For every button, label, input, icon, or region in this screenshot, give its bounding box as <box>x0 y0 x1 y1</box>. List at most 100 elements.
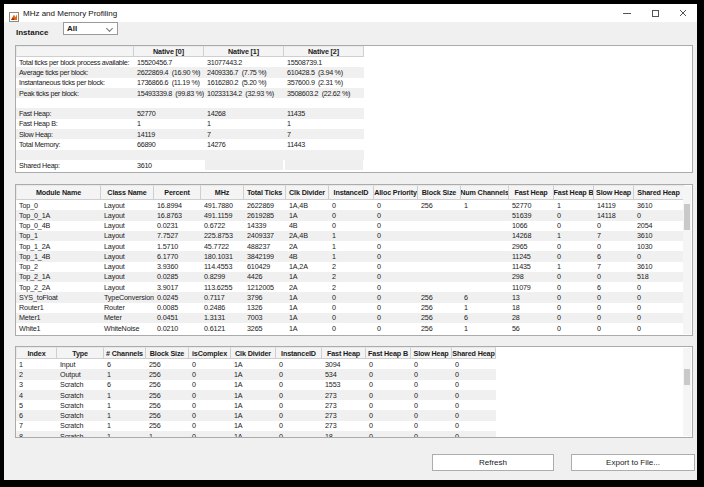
close-button[interactable] <box>669 4 697 22</box>
table-cell: Input <box>57 359 104 369</box>
instance-dropdown[interactable]: All <box>63 22 118 35</box>
table-cell: 488237 <box>244 241 286 251</box>
vertical-scrollbar[interactable] <box>683 348 691 436</box>
table-row[interactable]: Top_2_1ALayout0.02850.829944261A20298005… <box>16 272 684 282</box>
table-cell: 256 <box>418 292 461 302</box>
table-cell: 0 <box>189 431 231 438</box>
table-cell: 0 <box>452 369 496 379</box>
table-row[interactable]: White1WhiteNoise0.02100.612132651A002561… <box>16 323 684 333</box>
table-cell: 1 <box>554 200 594 210</box>
table-cell: 0 <box>452 359 496 369</box>
table-cell: Top_0_4B <box>16 221 101 231</box>
table-row[interactable]: 5Scratch125601A0273000 <box>16 400 496 410</box>
table-cell: 0 <box>366 410 411 420</box>
table-row[interactable]: Fast Heap B:111 <box>16 119 364 129</box>
table-cell: Scratch <box>57 410 104 420</box>
table-row[interactable]: 7Scratch125601A0273000 <box>16 421 496 431</box>
vertical-scrollbar[interactable] <box>683 186 691 334</box>
minimize-button[interactable] <box>613 4 641 22</box>
table-cell: 1A <box>231 431 276 438</box>
table-cell: 1 <box>554 262 594 272</box>
app-window: MHz and Memory Profiling Instance All Na… <box>4 4 697 480</box>
table-cell: 0 <box>366 390 411 400</box>
table-row[interactable]: 6Scratch125601A0273000 <box>16 410 496 420</box>
table-cell: 0 <box>366 380 411 390</box>
table-cell: 52770 <box>134 108 204 118</box>
table-cell: Top_1 <box>16 231 101 241</box>
table-row[interactable]: Router1Router0.00850.248613261A002561180… <box>16 303 684 313</box>
table-cell: Scratch <box>57 380 104 390</box>
table-cell: 6 <box>461 313 509 323</box>
table-cell: 1.5710 <box>154 241 201 251</box>
table-cell: 11435 <box>509 262 554 272</box>
table-cell: 2622869 <box>244 200 286 210</box>
table-cell: 1030 <box>634 241 684 251</box>
table-row[interactable]: SYS_toFloatTypeConversion0.02450.7117379… <box>16 292 684 302</box>
table-cell: Top_0_1A <box>16 210 101 220</box>
table-cell: 1A <box>286 313 329 323</box>
table-row[interactable]: Peak ticks per block:15493339.8 (99.83 %… <box>16 88 364 98</box>
column-header: Total Ticks <box>244 185 286 200</box>
table-row[interactable]: Average ticks per block:2622869.4 (16.90… <box>16 67 364 77</box>
maximize-icon <box>652 10 659 17</box>
table-cell: 0.2486 <box>201 303 244 313</box>
table-row[interactable]: Top_1Layout7.7527225.875324093372A,4B101… <box>16 231 684 241</box>
table-cell: 357600.9 (2.31 %) <box>284 78 364 88</box>
table-row[interactable]: Top_2_2ALayout3.9017113.625512120052A201… <box>16 282 684 292</box>
table-row[interactable]: Meter1Meter0.04511.313170031A00256628000 <box>16 313 684 323</box>
table-row[interactable]: 8Scratch1101A018000 <box>16 431 496 438</box>
table-cell: Top_1_4B <box>16 251 101 261</box>
table-cell: 0 <box>374 313 418 323</box>
table-cell: 256 <box>418 313 461 323</box>
table-cell: SYS_toFloat <box>16 292 101 302</box>
table-row[interactable]: Slow Heap:1411977 <box>16 129 364 139</box>
table-row[interactable]: 2Output125601A0534000 <box>16 369 496 379</box>
table-cell: 3.9017 <box>154 282 201 292</box>
table-row[interactable] <box>16 150 364 160</box>
scrollbar-thumb[interactable] <box>684 369 690 385</box>
table-cell: 1 <box>461 323 509 333</box>
table-cell: 0 <box>411 390 452 400</box>
column-header: Block Size <box>418 185 461 200</box>
table-cell: 7 <box>204 129 284 139</box>
table-row[interactable]: Total Memory:668901427611443 <box>16 139 364 149</box>
table-row[interactable]: Top_0Layout16.8994491.788026228691A,4B00… <box>16 200 684 210</box>
table-cell: 298 <box>509 272 554 282</box>
scrollbar-thumb[interactable] <box>684 204 690 230</box>
table-cell: 1 <box>329 241 374 251</box>
column-header: Module Name <box>16 185 101 200</box>
table-cell: 1066 <box>509 221 554 231</box>
table-row[interactable] <box>16 98 364 108</box>
table-cell: 1A <box>231 410 276 420</box>
table-row[interactable]: Fast Heap:527701426811435 <box>16 108 364 118</box>
column-header: Percent <box>154 185 201 200</box>
table-cell: 1 <box>104 369 146 379</box>
export-button[interactable]: Export to File... <box>571 454 695 471</box>
table-cell: 0 <box>411 400 452 410</box>
table-cell: 0 <box>276 431 322 438</box>
table-cell <box>461 231 509 241</box>
table-row[interactable]: Top_0_1ALayout16.8763491.115926192851A00… <box>16 210 684 220</box>
table-cell: 256 <box>146 421 189 431</box>
table-cell: 7 <box>594 231 634 241</box>
table-cell: 0 <box>411 410 452 420</box>
table-row[interactable]: Top_2Layout3.9360114.45536104291A,2A2011… <box>16 262 684 272</box>
table-cell: 14268 <box>509 231 554 241</box>
table-row[interactable]: Top_1_4BLayout6.1770180.103138421994B101… <box>16 251 684 261</box>
table-row[interactable]: Shared Heap:3610 <box>16 160 364 170</box>
table-cell: 1736866.6 (11.19 %) <box>134 78 204 88</box>
table-row[interactable]: 4Scratch125601A0273000 <box>16 390 496 400</box>
table-row[interactable]: Instantaneous ticks per block:1736866.6 … <box>16 78 364 88</box>
table-cell <box>418 241 461 251</box>
column-header: isComplex <box>189 347 231 359</box>
table-row[interactable]: Total ticks per block process available:… <box>16 57 364 67</box>
maximize-button[interactable] <box>641 4 669 22</box>
table-row[interactable]: 3Scratch625601A01553000 <box>16 380 496 390</box>
table-row[interactable]: Top_0_4BLayout0.02310.6722143394B0010660… <box>16 221 684 231</box>
table-cell: 0 <box>634 251 684 261</box>
table-row[interactable]: Top_1_2ALayout1.571045.77224882372A10296… <box>16 241 684 251</box>
table-cell: 0 <box>374 200 418 210</box>
refresh-button[interactable]: Refresh <box>432 454 554 471</box>
table-row[interactable]: 1Input625601A03094000 <box>16 359 496 369</box>
table-cell: 0 <box>189 380 231 390</box>
